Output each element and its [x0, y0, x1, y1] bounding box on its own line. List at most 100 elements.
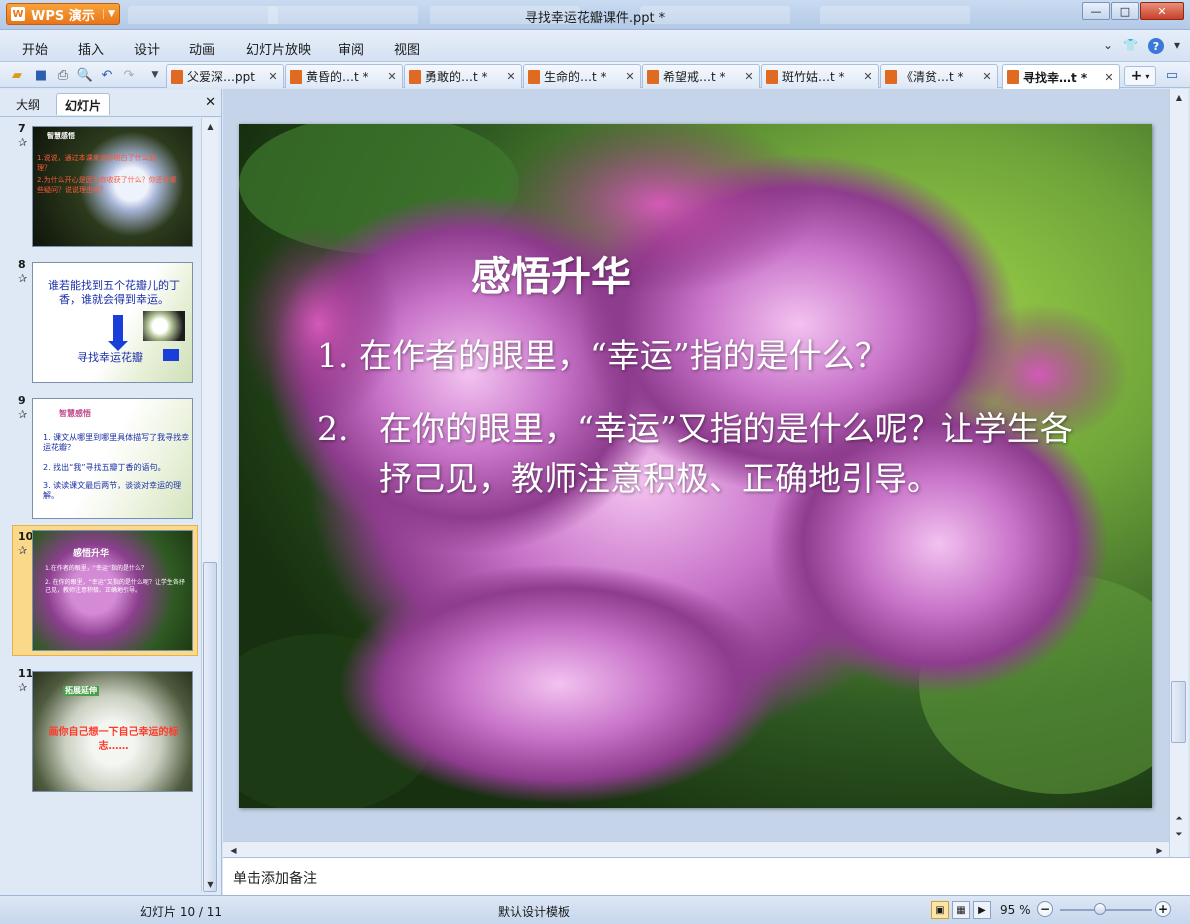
- doc-tab-label: 勇敢的…t *: [425, 70, 488, 84]
- thumb-title: 智慧感悟: [59, 409, 91, 418]
- slide-thumbnail-row[interactable]: 8 ✰ 谁若能找到五个花瓣儿的丁香，谁就会得到幸运。 寻找幸运花瓣: [0, 254, 200, 383]
- menu-design[interactable]: 设计: [134, 39, 160, 58]
- slide-title[interactable]: 感悟升华: [471, 244, 631, 302]
- doc-tab[interactable]: 《清贫…t * ✕: [880, 64, 998, 88]
- animation-star-icon: ✰: [18, 544, 28, 557]
- save-icon[interactable]: ■: [32, 66, 50, 84]
- minimize-button[interactable]: —: [1082, 2, 1110, 20]
- animation-star-icon: ✰: [18, 136, 28, 149]
- close-tab-icon[interactable]: ✕: [980, 70, 994, 83]
- doc-tab-label: 斑竹姑…t *: [782, 70, 845, 84]
- thumb-text: 1.在作者的眼里，“幸运”指的是什么？: [45, 565, 147, 572]
- doc-tab[interactable]: 斑竹姑…t * ✕: [761, 64, 879, 88]
- thumb-title: 感悟升华: [73, 549, 110, 559]
- slide-thumbnail[interactable]: 谁若能找到五个花瓣儿的丁香，谁就会得到幸运。 寻找幸运花瓣: [32, 262, 193, 383]
- zoom-out-button[interactable]: −: [1037, 901, 1053, 917]
- close-tab-icon[interactable]: ✕: [742, 70, 756, 83]
- close-tab-icon[interactable]: ✕: [266, 70, 280, 83]
- notes-pane[interactable]: 单击添加备注: [223, 857, 1190, 895]
- redo-icon[interactable]: ↷: [120, 66, 138, 84]
- slide-thumbnail[interactable]: 智慧感悟 1.说说，通过本课来说你明白了什么道理？ 2.为什么开心是因为你收获了…: [32, 126, 193, 247]
- previous-slide-icon[interactable]: ⏶: [1170, 811, 1188, 827]
- scroll-left-icon[interactable]: ◀: [225, 842, 242, 858]
- zoom-in-button[interactable]: +: [1155, 901, 1171, 917]
- ppt-file-icon: [647, 69, 659, 84]
- slide-number: 8: [18, 258, 26, 271]
- undo-icon[interactable]: ↶: [98, 66, 116, 84]
- thumb-text: 1.说说，通过本课来说你明白了什么道理？: [37, 154, 156, 172]
- slideshow-view-icon[interactable]: ▶: [973, 901, 991, 919]
- current-slide[interactable]: 感悟升华 1. 在作者的眼里，“幸运”指的是什么？ 2. 在你的眼里，“幸运”又…: [239, 124, 1152, 808]
- menu-animation[interactable]: 动画: [189, 39, 215, 58]
- scrollbar-thumb[interactable]: [1171, 681, 1186, 743]
- slide-point-1[interactable]: 1. 在作者的眼里，“幸运”指的是什么？: [317, 329, 888, 377]
- flower-image: [143, 311, 185, 341]
- doc-tab[interactable]: 父爱深…ppt ✕: [166, 64, 284, 88]
- thumb-text: 谁若能找到五个花瓣儿的丁香，谁就会得到幸运。: [48, 279, 180, 306]
- doc-tab[interactable]: 黄昏的…t * ✕: [285, 64, 403, 88]
- tab-outline[interactable]: 大纲: [8, 93, 48, 115]
- animation-star-icon: ✰: [18, 408, 28, 421]
- close-button[interactable]: ✕: [1140, 2, 1184, 20]
- scrollbar-thumb[interactable]: [203, 562, 217, 892]
- window-title: 寻找幸运花瓣课件.ppt *: [524, 11, 666, 26]
- menu-view[interactable]: 视图: [394, 39, 420, 58]
- close-tab-icon[interactable]: ✕: [1102, 71, 1116, 84]
- doc-tab[interactable]: 生命的…t * ✕: [523, 64, 641, 88]
- doc-tab-label: 《清贫…t *: [901, 70, 964, 84]
- slide-thumbnail-row-selected[interactable]: 10 ✰ 感悟升华 1.在作者的眼里，“幸运”指的是什么？ 2. 在你的眼里，“…: [12, 525, 198, 656]
- menu-review[interactable]: 审阅: [338, 39, 364, 58]
- slide-thumbnail-row[interactable]: 11 ✰ 拓展延伸 画你自己想一下自己幸运的标志……: [0, 663, 200, 792]
- doc-tab-active[interactable]: 寻找幸…t * ✕: [1002, 64, 1120, 89]
- close-tab-icon[interactable]: ✕: [623, 70, 637, 83]
- help-icon[interactable]: ?: [1147, 38, 1164, 54]
- close-panel-icon[interactable]: ✕: [205, 95, 216, 110]
- ppt-file-icon: [528, 69, 540, 84]
- return-arrow-icon: [163, 349, 179, 361]
- menu-insert[interactable]: 插入: [78, 39, 104, 58]
- close-tab-icon[interactable]: ✕: [861, 70, 875, 83]
- doc-tab[interactable]: 勇敢的…t * ✕: [404, 64, 522, 88]
- doc-tab-label: 寻找幸…t *: [1023, 70, 1088, 85]
- slide-thumbnail[interactable]: 拓展延伸 画你自己想一下自己幸运的标志……: [32, 671, 193, 792]
- scroll-up-icon[interactable]: ▲: [202, 118, 219, 134]
- slide-thumbnail[interactable]: 智慧感悟 1. 课文从哪里到哪里具体描写了我寻找幸运花瓣？ 2. 找出“我”寻找…: [32, 398, 193, 519]
- zoom-slider-track[interactable]: [1060, 909, 1152, 911]
- open-folder-icon[interactable]: ▰: [8, 66, 26, 84]
- zoom-slider-thumb[interactable]: [1094, 903, 1106, 915]
- slide-thumbnail-row[interactable]: 9 ✰ 智慧感悟 1. 课文从哪里到哪里具体描写了我寻找幸运花瓣？ 2. 找出“…: [0, 390, 200, 519]
- tab-slides[interactable]: 幻灯片: [56, 93, 111, 115]
- print-icon[interactable]: ⎙: [54, 66, 72, 84]
- zoom-level: 95 %: [1000, 903, 1031, 917]
- help-dropdown-icon[interactable]: ▾: [1174, 38, 1180, 54]
- scroll-right-icon[interactable]: ▶: [1151, 842, 1168, 858]
- menu-slideshow[interactable]: 幻灯片放映: [246, 39, 311, 58]
- print-preview-icon[interactable]: 🔍: [76, 66, 94, 84]
- doc-tab[interactable]: 希望戒…t * ✕: [642, 64, 760, 88]
- scroll-up-icon[interactable]: ▲: [1170, 89, 1188, 105]
- slide-thumbnail-row[interactable]: 7 ✰ 智慧感悟 1.说说，通过本课来说你明白了什么道理？ 2.为什么开心是因为…: [0, 118, 200, 247]
- close-tab-icon[interactable]: ✕: [385, 70, 399, 83]
- maximize-button[interactable]: □: [1111, 2, 1139, 20]
- close-tab-icon[interactable]: ✕: [504, 70, 518, 83]
- ppt-file-icon: [885, 69, 897, 84]
- slide-vertical-scrollbar[interactable]: ▲ ⏶ ⏷: [1169, 89, 1188, 857]
- slide-editor: 感悟升华 1. 在作者的眼里，“幸运”指的是什么？ 2. 在你的眼里，“幸运”又…: [223, 89, 1169, 857]
- notes-placeholder[interactable]: 单击添加备注: [233, 868, 317, 888]
- thumbnail-scrollbar[interactable]: ▲ ▼: [201, 118, 218, 892]
- design-template-name[interactable]: 默认设计模板: [498, 903, 570, 920]
- skin-icon[interactable]: 👕: [1123, 38, 1138, 54]
- ppt-file-icon: [1007, 70, 1019, 84]
- slide-sorter-view-icon[interactable]: ▦: [952, 901, 970, 919]
- window-list-icon[interactable]: ▭: [1163, 66, 1181, 84]
- scroll-down-icon[interactable]: ▼: [202, 876, 219, 892]
- slide-thumbnail[interactable]: 感悟升华 1.在作者的眼里，“幸运”指的是什么？ 2. 在你的眼里，“幸运”又指…: [32, 530, 193, 651]
- new-tab-button[interactable]: + ▾: [1124, 66, 1156, 86]
- menu-home[interactable]: 开始: [22, 39, 48, 58]
- slide-point-2[interactable]: 2. 在你的眼里，“幸运”又指的是什么呢？让学生各抒己见，教师注意积极、正确地引…: [317, 404, 1097, 504]
- slide-horizontal-scrollbar[interactable]: ◀ ▶: [223, 841, 1169, 857]
- collapse-ribbon-icon[interactable]: ⌄: [1103, 38, 1113, 54]
- normal-view-icon[interactable]: ▣: [931, 901, 949, 919]
- customize-toolbar-icon[interactable]: ▼: [146, 66, 164, 84]
- next-slide-icon[interactable]: ⏷: [1170, 827, 1188, 843]
